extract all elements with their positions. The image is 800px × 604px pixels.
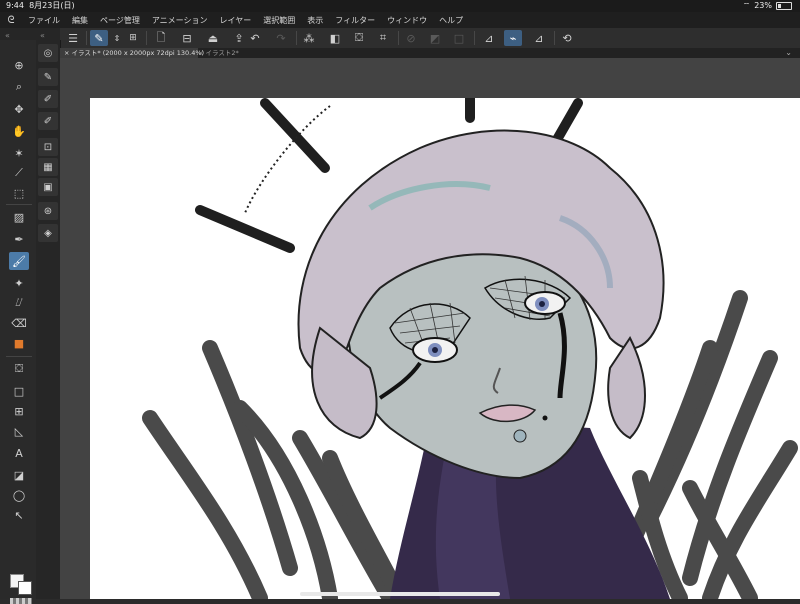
eyedropper-icon[interactable]: ⟋: [9, 164, 29, 182]
menu-icon[interactable]: ☰: [64, 30, 82, 46]
menu-animation[interactable]: アニメーション: [146, 15, 214, 26]
gallery-icon[interactable]: ⊞: [124, 30, 142, 46]
sub-tool-icon[interactable]: ✐: [38, 112, 58, 130]
status-time: 9:44: [6, 1, 24, 10]
undo-icon[interactable]: ↶: [246, 30, 264, 46]
redo-icon[interactable]: ↷: [272, 30, 290, 46]
new-file-icon[interactable]: 🗋: [152, 30, 170, 46]
layer-move-icon[interactable]: ▨: [9, 208, 29, 226]
fill-tool-icon[interactable]: ⛋: [9, 360, 29, 378]
drawing-canvas[interactable]: [90, 98, 800, 599]
menu-layer[interactable]: レイヤー: [214, 15, 258, 26]
layer-property-icon[interactable]: ⊛: [38, 202, 58, 220]
tool-palette: ⊕ ⌕ ✥ ✋ ✶ ⟋ ⬚ ▨ ✒ 🖌 ✦ ⌰ ⌫ ■ ⛋ □ ⊞ ◺ A ◪ …: [0, 40, 37, 604]
frame-icon[interactable]: □: [450, 30, 468, 46]
balloon-tool-icon[interactable]: ◯: [9, 486, 29, 504]
tab-label: イラスト* (2000 x 2000px 72dpi 130.4%): [71, 49, 205, 57]
color-set-icon[interactable]: ▦: [38, 158, 58, 176]
navigator-icon[interactable]: ◎: [38, 44, 58, 62]
ruler-tool-icon[interactable]: ◺: [9, 422, 29, 440]
crop-icon[interactable]: ⊘: [402, 30, 420, 46]
zoom-tool-icon[interactable]: ⊕: [9, 56, 29, 74]
magnify-icon[interactable]: ⌕: [9, 78, 29, 96]
ruler-special-icon[interactable]: ⊿: [530, 30, 548, 46]
workspace[interactable]: [60, 58, 800, 599]
collapse-left-icon[interactable]: «: [5, 31, 10, 40]
sparkle-tool-icon[interactable]: ✦: [9, 274, 29, 292]
tab-close-icon[interactable]: ×: [198, 49, 203, 57]
pen-tool-icon[interactable]: ✒: [9, 230, 29, 248]
tab-illust1[interactable]: × イラスト* (2000 x 2000px 72dpi 130.4%): [60, 48, 204, 58]
magic-wand-icon[interactable]: ✶: [9, 144, 29, 162]
menu-filter[interactable]: フィルター: [329, 15, 381, 26]
menu-bar: ᘓ ファイル 編集 ページ管理 アニメーション レイヤー 選択範囲 表示 フィル…: [0, 12, 800, 28]
history-icon[interactable]: ▣: [38, 178, 58, 196]
select-tool-icon[interactable]: ⬚: [9, 184, 29, 202]
command-bar: ☰ ✎ ⇕ ⊞ 🗋 ⊟ ⏏ ⇪ ↶ ↷ ⁂ ◧ ⛋ ⌗ ⊘ ◩ □ ⊿ ⌁ ⊿ …: [60, 28, 800, 49]
home-indicator[interactable]: [300, 592, 500, 596]
collapse-sub-icon[interactable]: «: [40, 31, 45, 40]
sub-palette: ◎ ✎ ✐ ✐ ⊡ ▦ ▣ ⊛ ◈: [36, 40, 61, 599]
text-tool-icon[interactable]: A: [9, 444, 29, 462]
menu-page[interactable]: ページ管理: [94, 15, 146, 26]
airbrush-icon[interactable]: ⌰: [9, 294, 29, 312]
ruler-snap-icon[interactable]: ⌁: [504, 30, 522, 46]
tab-close-icon[interactable]: ×: [64, 49, 69, 57]
reference-icon[interactable]: ⟲: [558, 30, 576, 46]
fill-icon[interactable]: ◧: [326, 30, 344, 46]
material-icon[interactable]: ⊡: [38, 138, 58, 156]
blend-tool-icon[interactable]: ■: [9, 334, 29, 352]
edit-mode-icon[interactable]: ✎: [90, 30, 108, 46]
brush-size-icon[interactable]: ✎: [38, 68, 58, 86]
wifi-icon: ⌔: [742, 1, 751, 10]
hand-tool-icon[interactable]: ✋: [9, 122, 29, 140]
save-icon[interactable]: ⏏: [204, 30, 222, 46]
status-date: 8月23日(日): [29, 1, 75, 10]
layers-icon[interactable]: ◈: [38, 224, 58, 242]
status-bar: 9:44 8月23日(日) ⌔ 23%: [0, 0, 800, 12]
tone-icon[interactable]: ◩: [426, 30, 444, 46]
open-folder-icon[interactable]: ⊟: [178, 30, 196, 46]
background-color-swatch[interactable]: [18, 581, 32, 595]
illustration: [142, 98, 798, 599]
tab-illust2[interactable]: × イラスト2*: [194, 48, 243, 58]
document-tabs: × イラスト* (2000 x 2000px 72dpi 130.4%) × イ…: [60, 48, 800, 58]
menu-edit[interactable]: 編集: [66, 15, 94, 26]
menu-help[interactable]: ヘルプ: [433, 15, 469, 26]
tool-property-icon[interactable]: ✐: [38, 90, 58, 108]
status-right: ⌔ 23%: [743, 0, 792, 12]
battery-percent: 23%: [754, 1, 772, 10]
correction-tool-icon[interactable]: ↖: [9, 506, 29, 524]
status-time-date: 9:44 8月23日(日): [6, 0, 75, 12]
tab-label: イラスト2*: [205, 49, 239, 57]
app-logo-icon[interactable]: ᘓ: [0, 15, 22, 26]
shape-tool-icon[interactable]: □: [9, 382, 29, 400]
eraser-icon[interactable]: ⌫: [9, 314, 29, 332]
ruler-icon[interactable]: ⊿: [480, 30, 498, 46]
battery-fill: [778, 4, 781, 8]
menu-selection[interactable]: 選択範囲: [257, 15, 301, 26]
gradient-tool-icon[interactable]: ◪: [9, 466, 29, 484]
menu-file[interactable]: ファイル: [22, 15, 66, 26]
brush-tool-icon[interactable]: 🖌: [9, 252, 29, 270]
menu-view[interactable]: 表示: [301, 15, 329, 26]
clear-selection-icon[interactable]: ⁂: [300, 30, 318, 46]
frame-tool-icon[interactable]: ⊞: [9, 402, 29, 420]
transform-icon[interactable]: ⌗: [374, 30, 392, 46]
chevron-down-icon[interactable]: ⌄: [785, 48, 792, 58]
menu-window[interactable]: ウィンドウ: [381, 15, 433, 26]
bucket-icon[interactable]: ⛋: [350, 30, 368, 46]
battery-icon: [776, 2, 792, 10]
move-tool-icon[interactable]: ✥: [9, 100, 29, 118]
